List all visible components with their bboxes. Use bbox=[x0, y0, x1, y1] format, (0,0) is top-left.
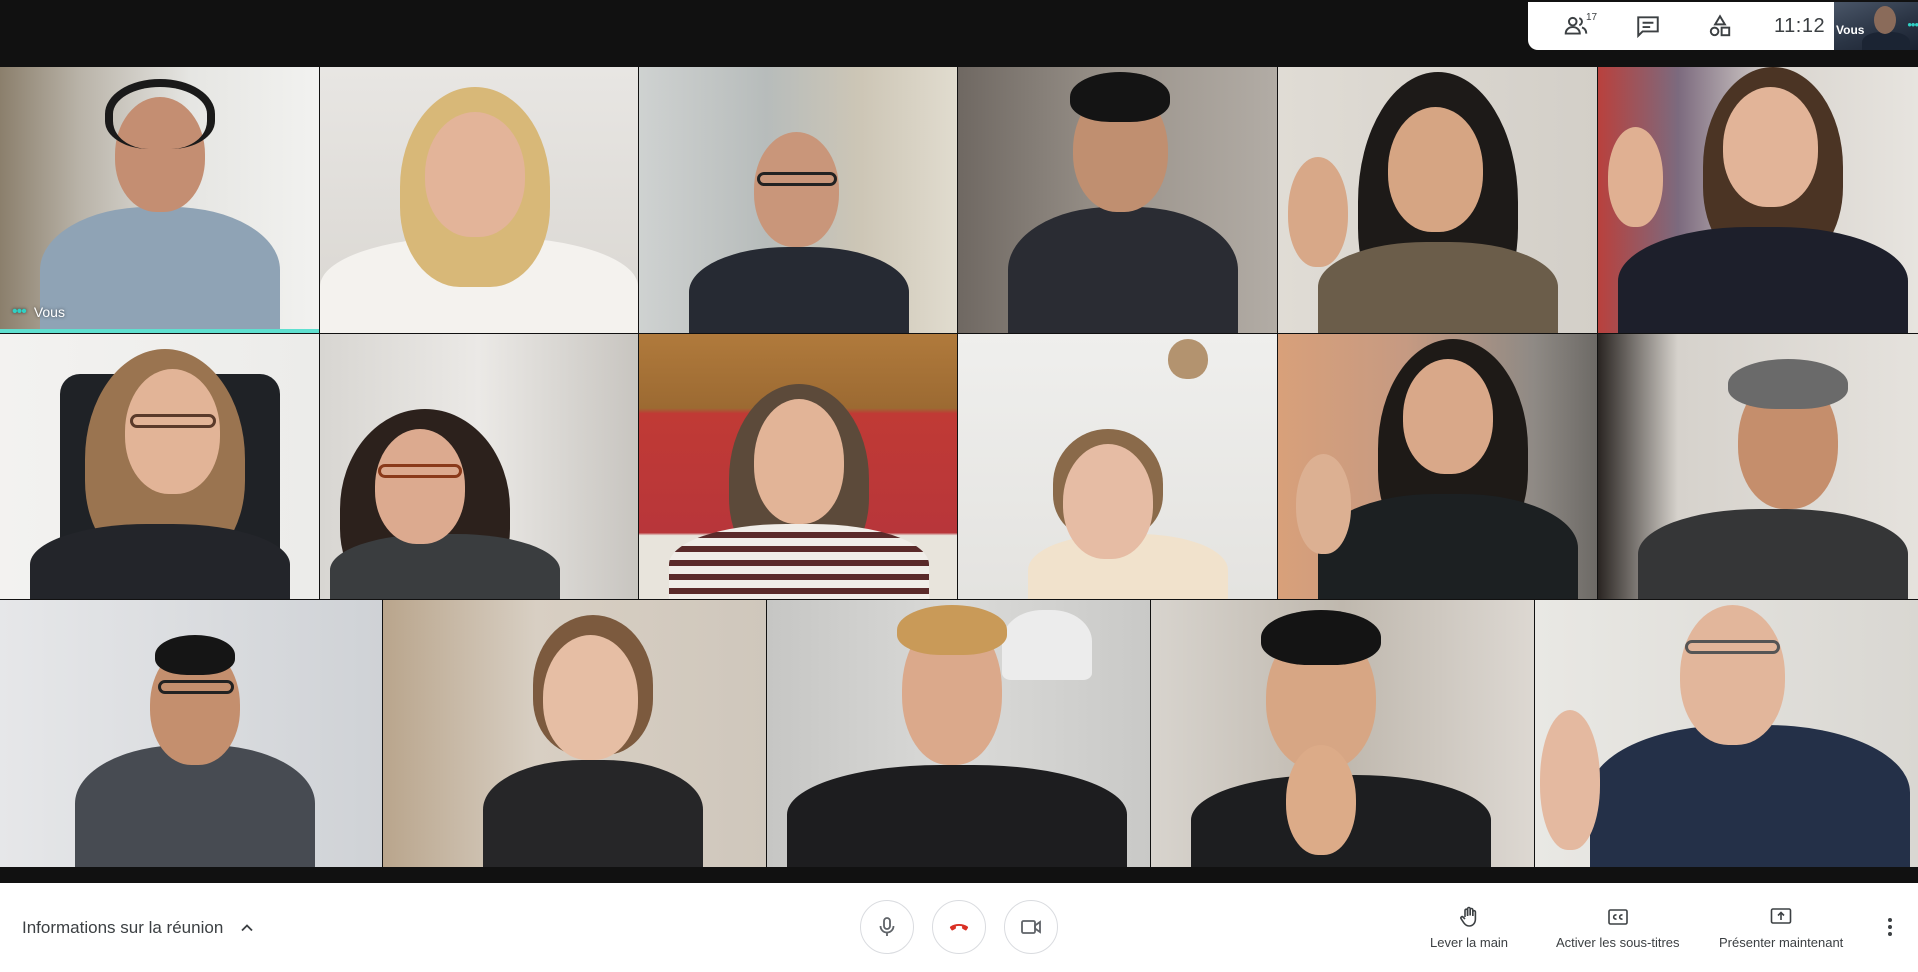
self-preview-label: Vous bbox=[1836, 23, 1865, 37]
participant-tile[interactable] bbox=[1535, 600, 1918, 867]
person-hand-peace bbox=[1608, 127, 1663, 227]
person-cap bbox=[1728, 359, 1848, 409]
person-body bbox=[1318, 242, 1558, 333]
person-head bbox=[1680, 605, 1785, 745]
participant-tile[interactable] bbox=[0, 600, 382, 867]
top-bar: 17 11:12 Vous ••• bbox=[0, 0, 1918, 66]
chat-button[interactable] bbox=[1624, 2, 1672, 50]
chat-icon bbox=[1637, 16, 1659, 39]
raise-hand-label: Lever la main bbox=[1430, 935, 1509, 950]
captions-label: Activer les sous-titres bbox=[1556, 935, 1680, 950]
person-head bbox=[125, 369, 220, 494]
person-glasses bbox=[378, 464, 462, 478]
thumb-person-body bbox=[1862, 32, 1910, 50]
top-controls-pill: 17 11:12 bbox=[1528, 2, 1834, 50]
participant-tile[interactable] bbox=[1598, 67, 1918, 333]
person-hair bbox=[1070, 72, 1170, 122]
person-body bbox=[689, 247, 909, 333]
present-label: Présenter maintenant bbox=[1719, 935, 1844, 950]
hang-up-button[interactable] bbox=[932, 900, 986, 954]
clock: 11:12 bbox=[1774, 14, 1826, 37]
person-head bbox=[1388, 107, 1483, 232]
participants-count: 17 bbox=[1586, 12, 1598, 23]
headphones bbox=[105, 79, 215, 149]
person-body bbox=[1008, 207, 1238, 333]
participant-tile[interactable] bbox=[767, 600, 1150, 867]
video-camera-icon bbox=[1021, 920, 1041, 934]
participant-tile[interactable] bbox=[958, 67, 1277, 333]
meeting-info-label: Informations sur la réunion bbox=[22, 917, 224, 937]
thumb-person-face bbox=[1874, 6, 1896, 34]
person-glasses bbox=[158, 680, 234, 694]
person-head bbox=[1063, 444, 1153, 559]
participant-tile[interactable] bbox=[1278, 334, 1597, 599]
person-body bbox=[483, 760, 703, 867]
person-head bbox=[425, 112, 525, 237]
video-grid: ••• Vous bbox=[0, 67, 1918, 867]
person-head bbox=[375, 429, 465, 544]
hand-icon bbox=[1460, 906, 1477, 927]
person-hair bbox=[1261, 610, 1381, 665]
more-options-dots-icon[interactable]: ••• bbox=[12, 303, 27, 321]
participant-tile[interactable] bbox=[320, 334, 638, 599]
bottom-control-bar: Informations sur la réunion Lever la mai… bbox=[0, 883, 1918, 972]
self-tile-name: Vous bbox=[33, 304, 65, 320]
participant-tile[interactable] bbox=[383, 600, 766, 867]
participant-tile[interactable] bbox=[320, 67, 638, 333]
participant-tile[interactable]: ••• Vous bbox=[0, 67, 319, 333]
more-options-button[interactable] bbox=[1878, 909, 1902, 945]
person-hand-peace bbox=[1288, 157, 1348, 267]
person-hand-peace bbox=[1540, 710, 1600, 850]
participant-tile[interactable] bbox=[1598, 334, 1918, 599]
person-body bbox=[1590, 725, 1910, 867]
person-body bbox=[1618, 227, 1908, 333]
raise-hand-button[interactable]: Lever la main bbox=[1430, 883, 1508, 972]
more-options-dots-icon[interactable]: ••• bbox=[1907, 17, 1918, 32]
tile-name-label: ••• Vous bbox=[12, 303, 65, 321]
person-head bbox=[754, 132, 839, 247]
camera-button[interactable] bbox=[1004, 900, 1058, 954]
chevron-up-icon bbox=[241, 923, 253, 931]
person-head bbox=[754, 399, 844, 524]
person-body bbox=[1638, 509, 1908, 599]
ceiling-lamp bbox=[1168, 339, 1208, 379]
person-hair bbox=[897, 605, 1007, 655]
person-hand-peace bbox=[1296, 454, 1351, 554]
more-vertical-icon bbox=[1888, 918, 1892, 936]
person-head bbox=[543, 635, 638, 760]
person-body bbox=[669, 524, 929, 599]
person-glasses bbox=[757, 172, 837, 186]
person-glasses bbox=[1685, 640, 1780, 654]
participant-tile[interactable] bbox=[639, 67, 957, 333]
present-screen-icon bbox=[1770, 908, 1792, 924]
self-preview-thumbnail[interactable]: Vous ••• bbox=[1834, 2, 1918, 50]
person-hand bbox=[1286, 745, 1356, 855]
active-speaker-indicator bbox=[0, 329, 319, 333]
person-body bbox=[330, 534, 560, 599]
person-head bbox=[1403, 359, 1493, 474]
person-body bbox=[30, 524, 290, 599]
participant-tile[interactable] bbox=[639, 334, 957, 599]
shapes-icon bbox=[1709, 14, 1731, 37]
participant-tile[interactable] bbox=[1278, 67, 1597, 333]
activities-button[interactable] bbox=[1696, 2, 1744, 50]
person-head bbox=[1723, 87, 1818, 207]
hang-up-phone-icon bbox=[949, 924, 969, 931]
participants-button[interactable]: 17 bbox=[1552, 2, 1600, 50]
present-now-button[interactable]: Présenter maintenant bbox=[1719, 883, 1843, 972]
captions-button[interactable]: Activer les sous-titres bbox=[1556, 883, 1680, 972]
participant-tile[interactable] bbox=[958, 334, 1277, 599]
microphone-icon bbox=[879, 917, 895, 936]
lamp-shade bbox=[1002, 610, 1092, 680]
person-hair bbox=[155, 635, 235, 675]
closed-captions-icon bbox=[1607, 909, 1628, 925]
person-body bbox=[787, 765, 1127, 867]
participant-tile[interactable] bbox=[1151, 600, 1534, 867]
person-glasses bbox=[130, 414, 216, 428]
person-body bbox=[1318, 494, 1578, 599]
meeting-info-toggle[interactable]: Informations sur la réunion bbox=[22, 883, 257, 972]
participant-tile[interactable] bbox=[0, 334, 319, 599]
person-body bbox=[40, 207, 280, 333]
microphone-button[interactable] bbox=[860, 900, 914, 954]
